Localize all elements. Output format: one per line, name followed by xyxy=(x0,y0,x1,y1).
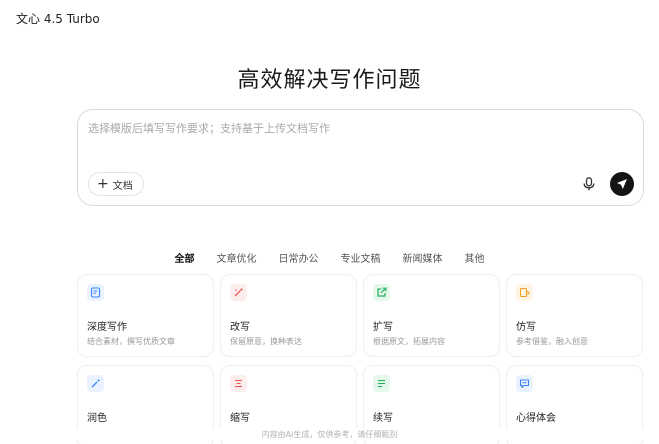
card-title: 润色 xyxy=(87,413,107,424)
card-title: 续写 xyxy=(373,413,393,424)
template-card-imitate[interactable]: 仿写 参考借鉴，融入创意 xyxy=(506,274,643,357)
template-card-expand[interactable]: 扩写 根据原文，拓展内容 xyxy=(363,274,500,357)
card-description: 保留原意，换种表达 xyxy=(230,337,302,346)
prompt-input[interactable] xyxy=(88,120,628,160)
continue-lines-icon xyxy=(373,375,390,392)
copy-edit-icon xyxy=(516,284,533,301)
tab-news-media[interactable]: 新闻媒体 xyxy=(403,250,443,265)
microphone-button[interactable] xyxy=(579,174,599,194)
magic-wand-icon xyxy=(230,284,247,301)
card-description: 根据原文，拓展内容 xyxy=(373,337,445,346)
tab-article-optimization[interactable]: 文章优化 xyxy=(217,250,257,265)
card-title: 改写 xyxy=(230,322,250,333)
card-title: 扩写 xyxy=(373,322,393,333)
expand-icon xyxy=(373,284,390,301)
template-card-rewrite[interactable]: 改写 保留原意，换种表达 xyxy=(220,274,357,357)
tab-professional-docs[interactable]: 专业文稿 xyxy=(341,250,381,265)
doc-edit-icon xyxy=(87,284,104,301)
shrink-lines-icon xyxy=(230,375,247,392)
template-card-deep-writing[interactable]: 深度写作 结合素材，撰写优质文章 xyxy=(77,274,214,357)
polish-wand-icon xyxy=(87,375,104,392)
template-grid: 深度写作 结合素材，撰写优质文章 改写 保留原意，换种表达 扩写 根据原文，拓展… xyxy=(77,274,644,444)
send-icon xyxy=(617,179,627,189)
card-title: 缩写 xyxy=(230,413,250,424)
page-title: 高效解决写作问题 xyxy=(237,68,422,93)
tab-all[interactable]: 全部 xyxy=(175,250,195,265)
card-title: 心得体会 xyxy=(516,413,556,424)
chat-bubble-icon xyxy=(516,375,533,392)
ai-disclaimer: 内容由AI生成，仅供参考，请仔细甄别 xyxy=(0,429,659,440)
plus-icon: + xyxy=(97,176,109,192)
upload-document-label: 文档 xyxy=(112,180,133,192)
upload-document-button[interactable]: + 文档 xyxy=(88,172,144,196)
category-tabs: 全部 文章优化 日常办公 专业文稿 新闻媒体 其他 xyxy=(0,250,659,265)
tab-daily-office[interactable]: 日常办公 xyxy=(279,250,319,265)
prompt-input-box: + 文档 xyxy=(77,109,644,206)
send-button[interactable] xyxy=(610,172,634,196)
tab-other[interactable]: 其他 xyxy=(465,250,485,265)
card-title: 深度写作 xyxy=(87,322,127,333)
microphone-icon xyxy=(583,177,595,191)
card-description: 结合素材，撰写优质文章 xyxy=(87,337,175,346)
card-title: 仿写 xyxy=(516,322,536,333)
card-description: 参考借鉴，融入创意 xyxy=(516,337,588,346)
model-name[interactable]: 文心 4.5 Turbo xyxy=(16,10,100,27)
